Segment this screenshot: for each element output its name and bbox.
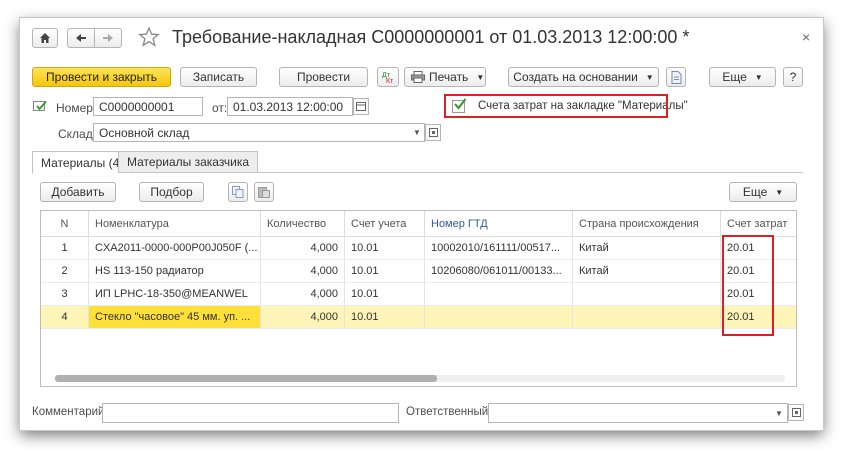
row-number: 3: [41, 283, 89, 305]
chevron-down-icon: ▼: [645, 72, 654, 82]
calendar-icon[interactable]: [353, 98, 369, 115]
page-title: Требование-накладная С0000000001 от 01.0…: [172, 27, 690, 47]
horizontal-scrollbar[interactable]: [55, 375, 785, 382]
favorite-star-icon[interactable]: [138, 26, 160, 48]
scrollbar-thumb[interactable]: [55, 375, 437, 382]
pick-button[interactable]: Подбор: [139, 182, 204, 202]
help-button[interactable]: ?: [783, 67, 803, 87]
account-cell[interactable]: 10.01: [345, 283, 425, 305]
create-based-on-label: Создать на основании: [513, 70, 638, 84]
gtd-cell[interactable]: [425, 283, 573, 305]
arrow-right-icon: [103, 34, 113, 42]
table-row[interactable]: 2 HS 113-150 радиатор 4,000 10.01 102060…: [41, 260, 796, 283]
open-icon[interactable]: [788, 404, 804, 421]
report-button[interactable]: [666, 67, 686, 87]
column-header-item[interactable]: Номенклатура: [89, 211, 261, 237]
document-icon: [671, 70, 681, 84]
post-and-close-button[interactable]: Провести и закрыть: [32, 67, 171, 87]
chevron-down-icon[interactable]: ▼: [409, 124, 425, 141]
date-field[interactable]: 01.03.2013 12:00:00: [227, 97, 353, 116]
warehouse-field[interactable]: Основной склад: [93, 123, 425, 142]
chevron-down-icon: ▼: [775, 187, 784, 197]
chevron-down-icon: ▼: [476, 72, 485, 82]
quantity-cell[interactable]: 4,000: [261, 237, 345, 259]
row-number: 4: [41, 306, 89, 328]
number-label: Номер:: [56, 101, 97, 115]
comment-field[interactable]: [102, 403, 399, 423]
column-header-quantity[interactable]: Количество: [261, 211, 345, 237]
country-cell[interactable]: [573, 283, 721, 305]
print-label: Печать: [429, 70, 469, 84]
printer-icon: [411, 71, 425, 83]
item-cell[interactable]: Стекло "часовое" 45 мм. уп. ...: [89, 306, 261, 328]
create-based-on-button[interactable]: Создать на основании ▼: [508, 67, 659, 87]
table-row[interactable]: 3 ИП LPHC-18-350@MEANWEL 4,000 10.01 20.…: [41, 283, 796, 306]
arrow-left-icon: [76, 34, 86, 42]
warehouse-label: Склад:: [58, 127, 97, 141]
number-field[interactable]: С0000000001: [93, 97, 203, 116]
dt-kt-icon: Дт Кт: [382, 72, 394, 84]
gtd-cell[interactable]: 10206080/061011/00133...: [425, 260, 573, 282]
column-header-account[interactable]: Счет учета: [345, 211, 425, 237]
table-more-label: Еще: [742, 185, 768, 199]
responsible-label: Ответственный:: [406, 406, 492, 418]
country-cell[interactable]: [573, 306, 721, 328]
date-label: от:: [212, 101, 228, 115]
post-button[interactable]: Провести: [279, 67, 368, 87]
copy-button[interactable]: [228, 182, 248, 202]
open-icon[interactable]: [425, 124, 441, 141]
column-header-n[interactable]: N: [41, 211, 89, 237]
accounting-entries-button[interactable]: Дт Кт: [377, 67, 399, 87]
comment-label: Комментарий:: [32, 406, 108, 418]
table-row[interactable]: 1 CXA2011-0000-000P00J050F (... 4,000 10…: [41, 237, 796, 260]
cost-account-highlight-box: [722, 235, 774, 336]
account-cell[interactable]: 10.01: [345, 306, 425, 328]
chevron-down-icon[interactable]: ▼: [771, 405, 787, 422]
status-icon: [33, 100, 47, 116]
column-header-gtd[interactable]: Номер ГТД: [425, 211, 573, 237]
item-cell[interactable]: HS 113-150 радиатор: [89, 260, 261, 282]
gtd-cell[interactable]: 10002010/161111/00517...: [425, 237, 573, 259]
quantity-cell[interactable]: 4,000: [261, 260, 345, 282]
table-more-button[interactable]: Еще ▼: [729, 182, 797, 202]
forward-button[interactable]: [94, 28, 122, 48]
print-button[interactable]: Печать ▼: [404, 67, 486, 87]
column-header-country[interactable]: Страна происхождения: [573, 211, 721, 237]
home-icon: [40, 33, 50, 43]
account-cell[interactable]: 10.01: [345, 260, 425, 282]
document-window: Требование-накладная С0000000001 от 01.0…: [20, 18, 823, 430]
save-button[interactable]: Записать: [180, 67, 257, 87]
country-cell[interactable]: Китай: [573, 260, 721, 282]
account-cell[interactable]: 10.01: [345, 237, 425, 259]
back-button[interactable]: [67, 28, 95, 48]
responsible-field[interactable]: [488, 403, 788, 423]
checkbox-highlight-box: [444, 94, 668, 118]
tab-customer-materials[interactable]: Материалы заказчика: [118, 151, 259, 173]
quantity-cell[interactable]: 4,000: [261, 283, 345, 305]
home-button[interactable]: [32, 28, 58, 48]
more-button[interactable]: Еще ▼: [709, 67, 776, 87]
gtd-cell[interactable]: [425, 306, 573, 328]
quantity-cell[interactable]: 4,000: [261, 306, 345, 328]
item-cell[interactable]: CXA2011-0000-000P00J050F (...: [89, 237, 261, 259]
column-header-cost-account[interactable]: Счет затрат: [721, 211, 796, 237]
svg-text:Кт: Кт: [386, 78, 394, 84]
paste-button[interactable]: [254, 182, 274, 202]
row-number: 1: [41, 237, 89, 259]
country-cell[interactable]: Китай: [573, 237, 721, 259]
item-cell[interactable]: ИП LPHC-18-350@MEANWEL: [89, 283, 261, 305]
add-button[interactable]: Добавить: [40, 182, 116, 202]
table-row-selected[interactable]: 4 Стекло "часовое" 45 мм. уп. ... 4,000 …: [41, 306, 796, 329]
copy-icon: [232, 186, 244, 198]
row-number: 2: [41, 260, 89, 282]
materials-table: N Номенклатура Количество Счет учета Ном…: [40, 210, 797, 387]
paste-icon: [258, 187, 270, 198]
more-label: Еще: [722, 70, 747, 84]
chevron-down-icon: ▼: [754, 72, 763, 82]
close-icon[interactable]: ×: [802, 29, 810, 45]
